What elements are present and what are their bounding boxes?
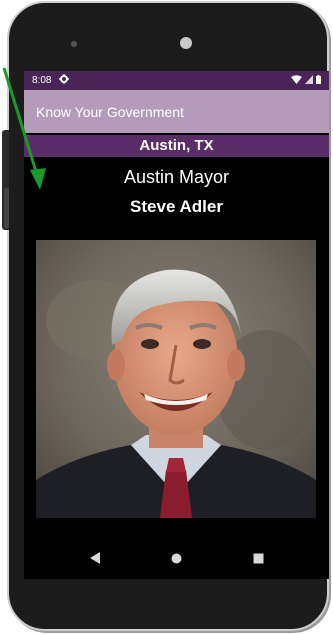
location-header: Austin, TX bbox=[24, 135, 329, 157]
front-camera bbox=[180, 37, 192, 49]
phone-screen: 8:08 Know Your Government Austin, TX Aus… bbox=[24, 71, 329, 579]
gear-icon bbox=[59, 74, 70, 87]
wifi-icon bbox=[291, 74, 302, 87]
status-icons bbox=[291, 74, 321, 87]
recents-square-icon[interactable] bbox=[253, 551, 264, 569]
app-bar: Know Your Government bbox=[24, 90, 329, 133]
back-triangle-icon[interactable] bbox=[89, 551, 100, 569]
navigation-bar bbox=[24, 541, 329, 579]
official-name: Steve Adler bbox=[130, 197, 223, 216]
home-circle-icon[interactable] bbox=[171, 551, 182, 569]
official-photo[interactable] bbox=[36, 240, 316, 518]
sensor-dot bbox=[71, 41, 77, 47]
cell-signal-icon bbox=[305, 74, 313, 87]
official-office: Austin Mayor bbox=[123, 167, 230, 187]
annotation-arrow-icon bbox=[2, 67, 46, 190]
status-bar: 8:08 bbox=[24, 71, 329, 90]
battery-icon bbox=[316, 74, 321, 87]
